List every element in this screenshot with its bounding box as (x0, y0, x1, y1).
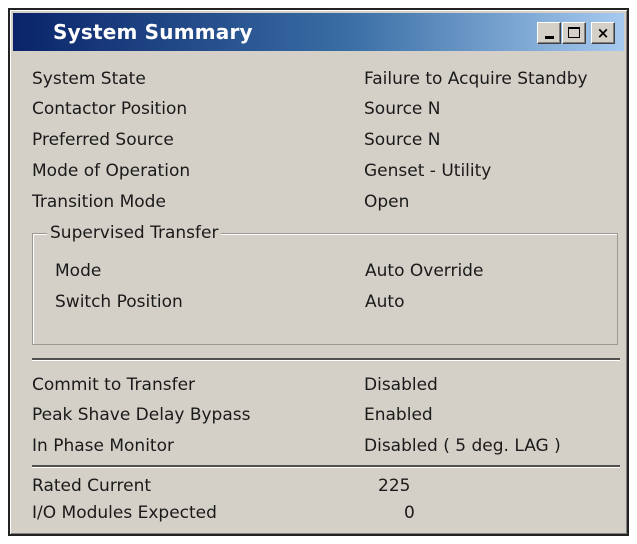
contactor-position-value: Source N (364, 99, 441, 119)
transition-mode-label: Transition Mode (32, 192, 166, 212)
contactor-position-label: Contactor Position (32, 99, 188, 119)
system-summary-window: System Summary × System State Failure to… (8, 8, 629, 536)
section-divider (32, 358, 620, 361)
summary-row-transition-mode: Transition Mode Open (32, 187, 622, 217)
settings-row-in-phase-monitor: In Phase Monitor Disabled ( 5 deg. LAG ) (32, 431, 622, 461)
ratings-row-rated-current: Rated Current 225 (32, 471, 622, 501)
supervised-transfer-group: Supervised Transfer Mode Auto Override S… (32, 219, 618, 345)
io-modules-expected-label: I/O Modules Expected (32, 503, 217, 523)
summary-row-preferred-source: Preferred Source Source N (32, 125, 622, 155)
supervised-mode-value: Auto Override (365, 261, 484, 281)
minimize-button[interactable] (537, 22, 561, 44)
commit-to-transfer-label: Commit to Transfer (32, 375, 196, 395)
in-phase-monitor-label: In Phase Monitor (32, 436, 174, 456)
minimize-icon (545, 36, 554, 39)
system-state-label: System State (32, 69, 146, 89)
supervised-row-switch-position: Switch Position Auto (55, 287, 615, 317)
rated-current-label: Rated Current (32, 476, 152, 496)
system-state-value: Failure to Acquire Standby (364, 69, 588, 89)
preferred-source-label: Preferred Source (32, 130, 174, 150)
ratings-row-io-modules-expected: I/O Modules Expected 0 (32, 498, 622, 528)
settings-row-peak-shave-delay-bypass: Peak Shave Delay Bypass Enabled (32, 400, 622, 430)
supervised-mode-label: Mode (55, 261, 102, 281)
switch-position-label: Switch Position (55, 292, 183, 312)
summary-row-system-state: System State Failure to Acquire Standby (32, 64, 622, 94)
window-title: System Summary (53, 20, 253, 44)
ratings-divider (32, 465, 620, 468)
maximize-button[interactable] (562, 22, 586, 44)
switch-position-value: Auto (365, 292, 405, 312)
peak-shave-delay-bypass-label: Peak Shave Delay Bypass (32, 405, 251, 425)
close-icon: × (596, 24, 610, 42)
summary-content: System State Failure to Acquire Standby … (10, 54, 627, 534)
supervised-row-mode: Mode Auto Override (55, 256, 615, 286)
commit-to-transfer-value: Disabled (364, 375, 438, 395)
supervised-transfer-legend: Supervised Transfer (47, 219, 222, 247)
summary-row-contactor-position: Contactor Position Source N (32, 94, 622, 124)
settings-row-commit-to-transfer: Commit to Transfer Disabled (32, 370, 622, 400)
mode-of-operation-label: Mode of Operation (32, 161, 191, 181)
maximize-icon (568, 27, 580, 38)
peak-shave-delay-bypass-value: Enabled (364, 405, 433, 425)
close-button[interactable]: × (591, 22, 615, 44)
rated-current-value: 225 (378, 476, 411, 496)
title-bar[interactable]: System Summary × (13, 13, 624, 51)
transition-mode-value: Open (364, 192, 410, 212)
io-modules-expected-value: 0 (404, 503, 415, 523)
summary-row-mode-of-operation: Mode of Operation Genset - Utility (32, 156, 622, 186)
mode-of-operation-value: Genset - Utility (364, 161, 492, 181)
in-phase-monitor-value: Disabled ( 5 deg. LAG ) (364, 436, 561, 456)
preferred-source-value: Source N (364, 130, 441, 150)
